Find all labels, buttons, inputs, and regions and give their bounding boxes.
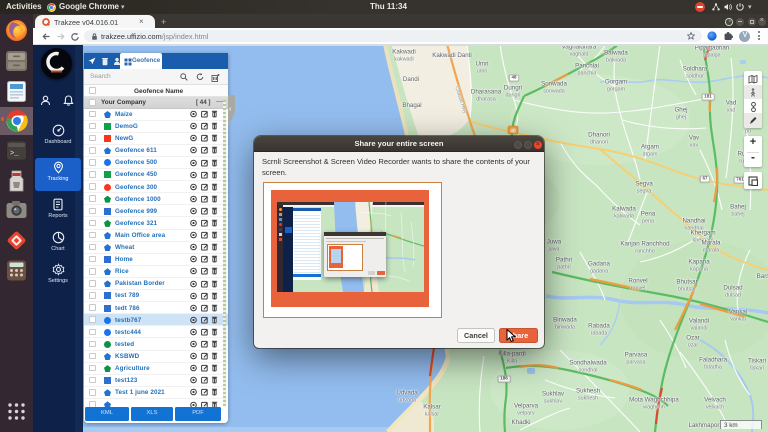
svg-text:>_: >_ (10, 150, 19, 158)
svg-text:48: 48 (510, 128, 516, 134)
